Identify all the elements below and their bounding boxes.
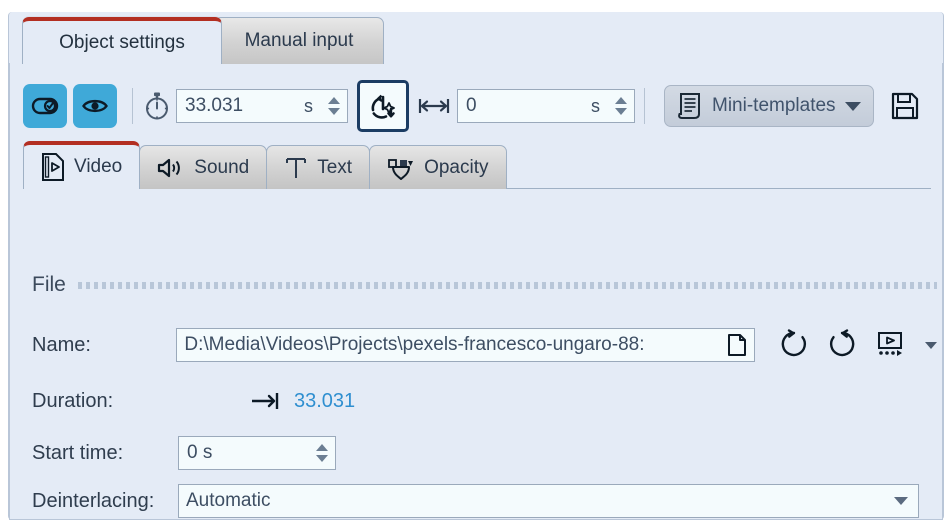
object-toolbar: 33.031 s 0 s Mini-templates xyxy=(10,77,944,135)
start-time-stepper-down-icon[interactable] xyxy=(316,455,328,462)
subtab-sound-label: Sound xyxy=(194,156,250,178)
floppy-save-icon xyxy=(891,92,918,120)
start-time-input[interactable]: 0 s xyxy=(178,436,336,470)
text-t-icon xyxy=(286,157,307,178)
deinterlacing-label: Deinterlacing: xyxy=(32,489,155,512)
offset-spinner-field[interactable]: 0 s xyxy=(457,89,635,123)
main-tabstrip: Object settings Manual input xyxy=(8,12,944,64)
tab-manual-input[interactable]: Manual input xyxy=(214,17,384,64)
duration-stepper-up-icon[interactable] xyxy=(328,97,340,104)
mini-templates-button[interactable]: Mini-templates xyxy=(664,85,874,127)
name-input-value: D:\Media\Videos\Projects\pexels-francesc… xyxy=(184,334,645,355)
offset-stepper[interactable] xyxy=(612,90,634,122)
subtab-opacity[interactable]: Opacity xyxy=(369,145,507,189)
offset-value: 0 xyxy=(466,95,477,116)
toolbar-divider-2 xyxy=(644,88,645,124)
stopwatch-icon-wrap xyxy=(142,91,172,121)
file-group-header: File xyxy=(32,273,937,297)
deinterlacing-row: Deinterlacing: Automatic xyxy=(32,483,937,519)
save-button[interactable] xyxy=(888,89,922,123)
templates-icon xyxy=(678,93,700,119)
file-group-title: File xyxy=(32,273,66,296)
mini-templates-label: Mini-templates xyxy=(712,95,836,116)
toggle-visibility-button[interactable] xyxy=(73,84,117,128)
toggle-check-icon xyxy=(31,97,59,115)
offset-stepper-up-icon[interactable] xyxy=(615,97,627,104)
duration-stepper-down-icon[interactable] xyxy=(328,108,340,115)
start-time-stepper-up-icon[interactable] xyxy=(316,444,328,451)
eye-icon xyxy=(82,99,108,113)
tab-object-settings[interactable]: Object settings xyxy=(22,17,222,64)
toggle-enabled-button[interactable] xyxy=(23,84,67,128)
rotate-counterclockwise-icon xyxy=(781,329,807,357)
deinterlacing-value: Automatic xyxy=(186,490,271,511)
width-arrow-icon xyxy=(418,99,450,113)
subtab-sound[interactable]: Sound xyxy=(139,145,268,189)
start-time-row: Start time: 0 s xyxy=(32,435,632,471)
chevron-down-icon[interactable] xyxy=(844,101,861,111)
video-properties-button[interactable] xyxy=(875,329,909,361)
duration-spinner-field[interactable]: 33.031 s xyxy=(176,89,348,123)
duration-unit: s xyxy=(304,95,313,116)
video-properties-chevron-down-icon[interactable] xyxy=(925,341,937,349)
subtab-video-label: Video xyxy=(74,156,123,177)
duration-marker-icon-wrap xyxy=(250,390,284,412)
subtab-video[interactable]: Video xyxy=(23,141,141,189)
tab-manual-input-label: Manual input xyxy=(244,30,354,51)
duration-readout: 33.031 xyxy=(294,389,356,412)
video-properties-icon xyxy=(878,332,902,356)
start-time-label: Start time: xyxy=(32,441,124,464)
auto-duration-button[interactable] xyxy=(357,80,409,132)
duration-stepper[interactable] xyxy=(325,90,347,122)
video-file-icon xyxy=(42,153,64,181)
auto-time-icon xyxy=(371,94,395,119)
deinterlacing-chevron-down-icon[interactable] xyxy=(894,497,908,505)
rotate-clockwise-icon xyxy=(829,329,855,357)
offset-unit: s xyxy=(591,95,600,116)
name-action-icons xyxy=(779,329,937,361)
rotate-counterclockwise-button[interactable] xyxy=(779,329,811,361)
name-row: Name: D:\Media\Videos\Projects\pexels-fr… xyxy=(32,327,937,363)
subtab-opacity-label: Opacity xyxy=(424,156,489,178)
offset-icon-wrap xyxy=(417,91,451,121)
subtab-text[interactable]: Text xyxy=(266,145,371,189)
duration-label: Duration: xyxy=(32,389,114,412)
browse-file-button[interactable] xyxy=(720,329,754,361)
toolbar-divider-1 xyxy=(132,88,133,124)
rotate-clockwise-button[interactable] xyxy=(827,329,859,361)
media-subtabs: Video Sound Text Opacity xyxy=(23,141,507,189)
start-time-stepper[interactable] xyxy=(313,437,335,469)
start-time-value: 0 s xyxy=(187,442,213,463)
speaker-icon xyxy=(158,158,181,177)
opacity-icon xyxy=(388,158,414,180)
file-group-divider xyxy=(77,281,937,289)
tab-content-area: 33.031 s 0 s Mini-templates Video Sound … xyxy=(9,63,943,520)
name-label: Name: xyxy=(32,333,91,356)
duration-value: 33.031 xyxy=(185,95,244,116)
arrow-to-end-icon xyxy=(252,393,279,409)
subtab-text-label: Text xyxy=(317,156,353,178)
object-settings-panel: Object settings Manual input 33.031 s 0 … xyxy=(0,0,950,525)
name-input[interactable]: D:\Media\Videos\Projects\pexels-francesc… xyxy=(176,328,755,362)
stopwatch-icon xyxy=(146,92,168,120)
folder-open-icon xyxy=(728,334,746,356)
duration-row: Duration: 33.031 xyxy=(32,383,632,419)
offset-stepper-down-icon[interactable] xyxy=(615,108,627,115)
deinterlacing-select[interactable]: Automatic xyxy=(178,484,919,518)
tab-object-settings-label: Object settings xyxy=(59,31,185,53)
